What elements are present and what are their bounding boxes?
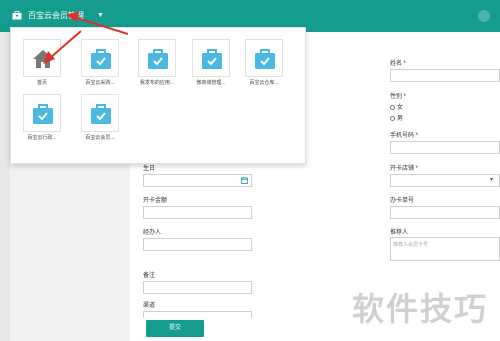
bag-icon (91, 49, 111, 69)
watermark: 软件技巧 (352, 291, 489, 327)
tile-label: 百宝云仓库... (249, 80, 279, 86)
chevron-down-icon[interactable]: ▼ (97, 12, 104, 19)
app-switcher-popup: 首页 百宝云采购... 我发布的应用... 微商城管理... 百宝云仓库... … (10, 27, 306, 164)
tile-box (23, 39, 61, 77)
bag-icon (12, 11, 22, 20)
phone-input[interactable] (390, 141, 500, 154)
tile-label: 百宝云行政... (27, 135, 57, 141)
gender-label: 性别 * (390, 94, 407, 100)
name-label: 姓名 * (390, 61, 407, 67)
sidebar (0, 32, 10, 341)
source-label: 渠道 (143, 303, 156, 309)
gender-female-label: 女 (397, 105, 404, 111)
tile-box (192, 39, 230, 77)
name-input[interactable] (390, 69, 500, 82)
radio-dot (390, 116, 395, 121)
card-number-input[interactable] (390, 206, 500, 219)
bag-icon (91, 104, 111, 124)
chevron-down-icon[interactable]: ▾ (490, 176, 493, 183)
bag-icon (148, 49, 168, 69)
birthday-input[interactable] (143, 174, 252, 187)
tile-label: 我发布的应用... (139, 80, 175, 86)
remark-input[interactable] (143, 281, 252, 294)
card-amount-input[interactable] (143, 206, 252, 219)
gender-female-radio[interactable]: 女 (390, 102, 403, 111)
tile-box (23, 94, 61, 132)
gender-male-radio[interactable]: 男 (390, 113, 403, 122)
tile-label: 微商城管理... (196, 80, 226, 86)
tile-box (245, 39, 283, 77)
store-label: 开卡店铺 * (390, 166, 419, 172)
referrer-input[interactable]: 推荐人会员卡号 (390, 237, 500, 261)
referrer-placeholder: 推荐人会员卡号 (393, 242, 429, 248)
remark-label: 备注 (143, 273, 156, 279)
birthday-label: 生日 (143, 166, 156, 172)
radio-dot (390, 105, 395, 110)
submit-button[interactable]: 提交 (146, 320, 204, 337)
tile-box (81, 94, 119, 132)
card-number-label: 办卡单号 (390, 198, 415, 204)
tile-label: 首页 (36, 80, 47, 86)
source-input[interactable] (143, 311, 252, 318)
calendar-icon[interactable] (241, 177, 248, 184)
tile-box (81, 39, 119, 77)
bag-icon (202, 49, 222, 69)
card-amount-label: 开卡金额 (143, 198, 168, 204)
gender-male-label: 男 (397, 116, 404, 122)
tile-label: 百宝云采购... (85, 80, 115, 86)
tile-label: 百宝云会员... (85, 135, 115, 141)
phone-label: 手机号码 * (390, 133, 419, 139)
tile-box (138, 39, 176, 77)
handler-input[interactable] (143, 238, 252, 251)
home-icon (33, 50, 53, 68)
bag-icon (33, 104, 53, 124)
bag-icon (255, 49, 275, 69)
avatar[interactable] (478, 10, 490, 22)
referrer-label: 推荐人 (390, 230, 409, 236)
store-select[interactable] (390, 174, 500, 187)
handler-label: 经办人 (143, 230, 162, 236)
app-menu-title[interactable]: 百宝云会员管理 (28, 10, 84, 21)
